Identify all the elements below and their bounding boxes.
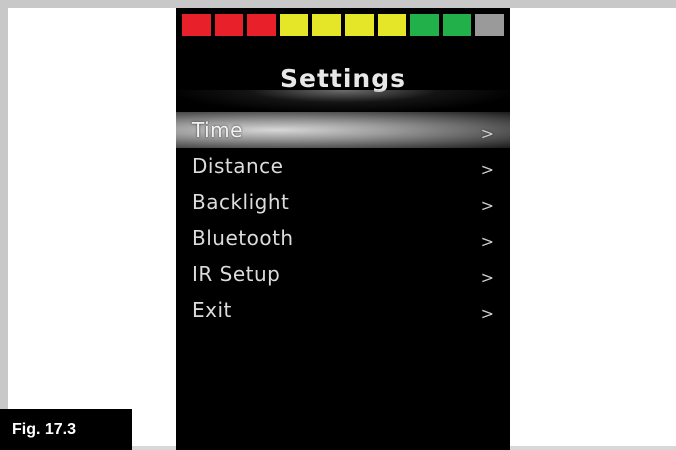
battery-level-bar xyxy=(182,14,504,36)
figure-caption: Fig. 17.3 xyxy=(0,409,132,450)
battery-segment xyxy=(182,14,211,36)
chevron-right-icon: > xyxy=(480,303,494,323)
battery-segment xyxy=(214,14,244,36)
frame-border-left xyxy=(0,0,8,450)
menu-item-backlight[interactable]: Backlight > xyxy=(176,184,510,220)
menu-item-label: IR Setup xyxy=(192,262,281,286)
menu-item-ir-setup[interactable]: IR Setup > xyxy=(176,256,510,292)
menu-item-label: Backlight xyxy=(192,190,290,214)
battery-segment xyxy=(442,14,472,36)
menu-item-label: Time xyxy=(192,118,243,142)
menu-item-time[interactable]: Time > xyxy=(176,112,510,148)
menu-item-label: Exit xyxy=(192,298,232,322)
menu-item-label: Bluetooth xyxy=(192,226,294,250)
menu-item-exit[interactable]: Exit > xyxy=(176,292,510,328)
chevron-right-icon: > xyxy=(480,123,494,143)
menu-item-distance[interactable]: Distance > xyxy=(176,148,510,184)
menu-item-bluetooth[interactable]: Bluetooth > xyxy=(176,220,510,256)
frame-border-top xyxy=(0,0,676,8)
battery-segment xyxy=(377,14,407,36)
battery-segment xyxy=(344,14,374,36)
battery-segment xyxy=(410,14,439,36)
screen-title: Settings xyxy=(279,64,406,93)
chevron-right-icon: > xyxy=(480,267,494,287)
settings-menu: Time > Distance > Backlight > Bluetooth … xyxy=(176,112,510,328)
battery-segment xyxy=(312,14,341,36)
chevron-right-icon: > xyxy=(480,159,494,179)
battery-segment xyxy=(279,14,309,36)
chevron-right-icon: > xyxy=(480,195,494,215)
device-screen: Settings Time > Distance > Backlight > B… xyxy=(176,8,510,450)
battery-segment xyxy=(247,14,276,36)
title-highlight xyxy=(176,90,510,112)
battery-segment xyxy=(475,14,504,36)
chevron-right-icon: > xyxy=(480,231,494,251)
menu-item-label: Distance xyxy=(192,154,284,178)
